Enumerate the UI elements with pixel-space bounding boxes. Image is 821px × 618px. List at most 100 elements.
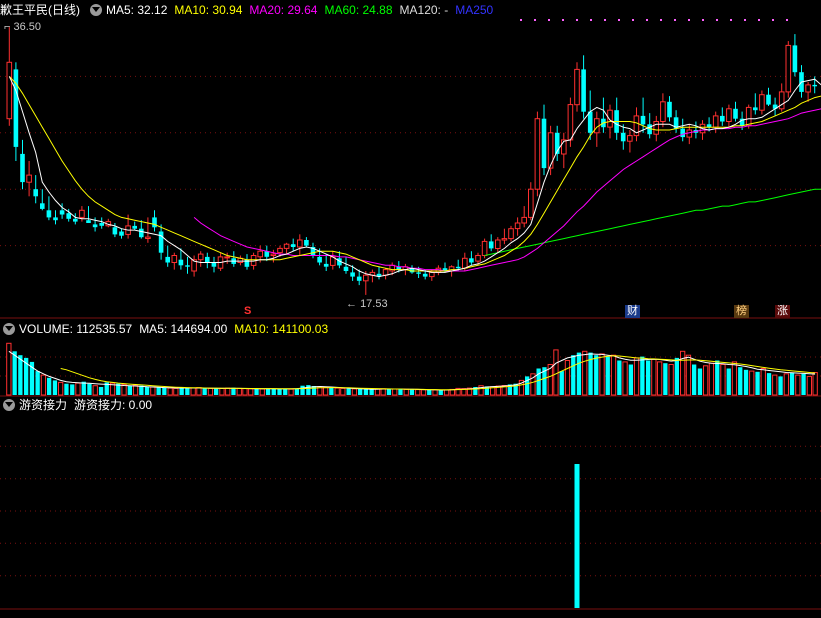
candle-body (469, 258, 474, 263)
volume-bar (81, 381, 86, 395)
volume-bar (605, 356, 610, 395)
volume-bar (536, 368, 541, 395)
candle-body (297, 239, 303, 248)
volume-bar (173, 387, 179, 396)
candle-body (720, 115, 725, 122)
volume-bar (438, 390, 443, 395)
candle-body (112, 227, 118, 235)
chevron-down-icon[interactable] (3, 323, 15, 335)
event-dot (674, 19, 676, 21)
volume-bar (651, 358, 657, 396)
volume-bar (98, 387, 104, 395)
volume-bar (622, 361, 628, 396)
indicator-value: 游资接力: 0.00 (74, 398, 153, 412)
volume-bar (398, 389, 403, 395)
volume-bar (668, 364, 674, 396)
candle-body (99, 223, 104, 226)
volume-bar (306, 385, 311, 395)
candle-body (759, 94, 765, 111)
candle-body (26, 174, 32, 183)
volume-bar (403, 388, 409, 396)
candle-body (429, 271, 435, 278)
volume-bar (720, 364, 726, 396)
candle-body (712, 115, 719, 128)
badge-rank[interactable]: 榜 (734, 305, 749, 318)
candle-body (205, 256, 210, 263)
chevron-down-icon[interactable] (90, 4, 102, 16)
volume-bar (196, 387, 202, 396)
ma60-value: MA60: 24.88 (324, 3, 393, 17)
high-arrow-icon: ⌐ (4, 21, 11, 33)
volume-bar (35, 371, 40, 395)
volume-bar (70, 384, 75, 395)
indicator-panel-header: 游资接力 游资接力: 0.00 (0, 396, 159, 414)
candle-body (726, 108, 732, 123)
volume-bar (420, 389, 427, 396)
event-dot (576, 19, 578, 21)
candle-body (416, 272, 421, 274)
volume-bar (432, 389, 438, 396)
volume-bar (179, 388, 184, 395)
candle-body (270, 253, 277, 257)
volume-bar (617, 360, 622, 395)
indicator-name[interactable]: 游资接力 (19, 396, 67, 414)
event-dot (562, 19, 564, 21)
volume-bar (248, 388, 254, 396)
event-dot (730, 19, 732, 21)
candle-body (40, 203, 45, 209)
candle-body (257, 250, 263, 258)
volume-bar (553, 349, 559, 396)
candle-body (304, 240, 309, 246)
stock-title[interactable]: 歉王平民(日线) (0, 1, 80, 19)
volume-value: VOLUME: 112535.57 (19, 322, 133, 336)
candle-body (475, 255, 481, 262)
volume-bar (582, 350, 588, 396)
volume-bar (427, 389, 432, 395)
badge-limit-up[interactable]: 涨 (775, 305, 790, 318)
volume-bar (657, 361, 663, 396)
volume-bar (755, 371, 760, 395)
candle-body (73, 218, 78, 222)
candle-body (422, 273, 428, 277)
volume-bar (259, 388, 265, 396)
volume-bar (47, 377, 52, 395)
event-dot (772, 19, 774, 21)
volume-bar (795, 374, 801, 396)
candle-body (283, 243, 290, 249)
candle-body (785, 44, 792, 93)
candle-body (211, 262, 217, 267)
volume-bar (760, 368, 766, 396)
candle-body (812, 84, 817, 87)
volume-bar (766, 373, 772, 395)
candle-body (481, 240, 488, 256)
ma5-value: MA5: 32.12 (106, 3, 168, 17)
candle-body (323, 263, 329, 267)
volume-bar (225, 387, 231, 396)
candle-body (152, 217, 157, 228)
event-dot (716, 19, 718, 21)
volume-bar (254, 388, 259, 395)
volume-bar (127, 385, 132, 395)
volume-bar (334, 387, 340, 396)
price-panel-header: 歉王平民(日线) MA5: 32.12 MA10: 30.94 MA20: 29… (0, 1, 500, 19)
volume-bar (571, 355, 576, 395)
volume-bar (633, 357, 640, 396)
candle-body (139, 228, 144, 238)
chevron-down-icon[interactable] (3, 399, 15, 411)
volume-bar (674, 357, 679, 395)
candle-body (33, 189, 38, 197)
candle-body (607, 109, 613, 128)
volume-bar (150, 386, 156, 396)
high-price-label: ⌐ 36.50 (4, 21, 42, 33)
candle-body (343, 266, 349, 271)
candle-body (53, 217, 58, 221)
volume-bar (271, 388, 276, 395)
volume-bar (294, 388, 299, 395)
candle-body (317, 256, 322, 263)
badge-finance[interactable]: 财 (625, 305, 640, 318)
volume-bar (738, 367, 743, 395)
event-dot (744, 19, 746, 21)
volume-bar (52, 380, 58, 395)
signal-s-marker[interactable]: S (244, 305, 251, 317)
candle-body (495, 239, 501, 249)
